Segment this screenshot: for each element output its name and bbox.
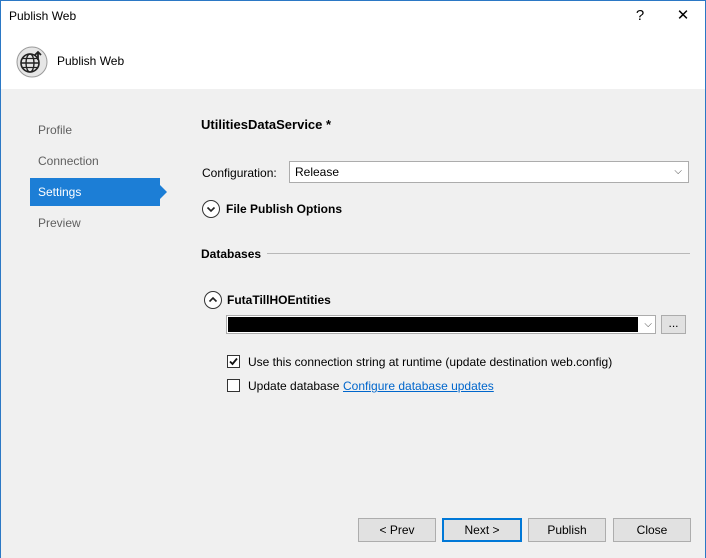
dialog-header: Publish Web: [1, 32, 705, 89]
title-bar: Publish Web ? ✕: [1, 1, 705, 32]
section-divider: [267, 253, 690, 254]
header-title: Publish Web: [57, 54, 125, 68]
file-publish-options-label[interactable]: File Publish Options: [226, 202, 342, 216]
window-title: Publish Web: [9, 9, 77, 23]
update-database-checkbox[interactable]: [227, 379, 240, 392]
expand-file-publish-options-button[interactable]: [202, 200, 220, 218]
publish-button[interactable]: Publish: [528, 518, 606, 542]
globe-publish-icon: [16, 46, 48, 78]
chevron-down-icon: ⌵: [674, 166, 682, 177]
configuration-select[interactable]: Release ⌵: [289, 161, 689, 183]
nav-item-connection[interactable]: Connection: [30, 147, 160, 175]
configuration-label: Configuration:: [202, 166, 277, 180]
chevron-up-icon: [208, 296, 218, 303]
use-connection-string-label[interactable]: Use this connection string at runtime (u…: [248, 355, 612, 369]
checkmark-icon: [229, 357, 238, 366]
prev-button[interactable]: < Prev: [358, 518, 436, 542]
entity-name-label: FutaTillHOEntities: [227, 293, 331, 307]
nav-item-profile[interactable]: Profile: [30, 116, 160, 144]
help-button[interactable]: ?: [625, 2, 655, 30]
databases-section-label: Databases: [201, 247, 262, 261]
nav-item-settings[interactable]: Settings: [30, 178, 167, 206]
nav-item-preview[interactable]: Preview: [30, 209, 160, 237]
chevron-down-icon: ⌵: [644, 319, 652, 330]
update-database-label[interactable]: Update database: [248, 379, 339, 393]
body-area: Profile Connection Settings Preview Util…: [1, 89, 705, 558]
close-button[interactable]: Close: [613, 518, 691, 542]
connection-string-input[interactable]: ⌵: [226, 315, 656, 334]
close-window-button[interactable]: ✕: [667, 2, 699, 30]
configure-database-updates-link[interactable]: Configure database updates: [343, 379, 494, 393]
use-connection-string-checkbox[interactable]: [227, 355, 240, 368]
collapse-entity-button[interactable]: [204, 291, 222, 309]
connection-string-redacted: [228, 317, 638, 332]
profile-name: UtilitiesDataService *: [201, 117, 332, 132]
publish-web-dialog: Publish Web ? ✕ Publish Web Profile Conn…: [0, 0, 706, 558]
configuration-value: Release: [295, 165, 340, 179]
chevron-down-icon: [206, 206, 216, 213]
browse-connection-button[interactable]: ...: [661, 315, 686, 334]
next-button[interactable]: Next >: [442, 518, 522, 542]
